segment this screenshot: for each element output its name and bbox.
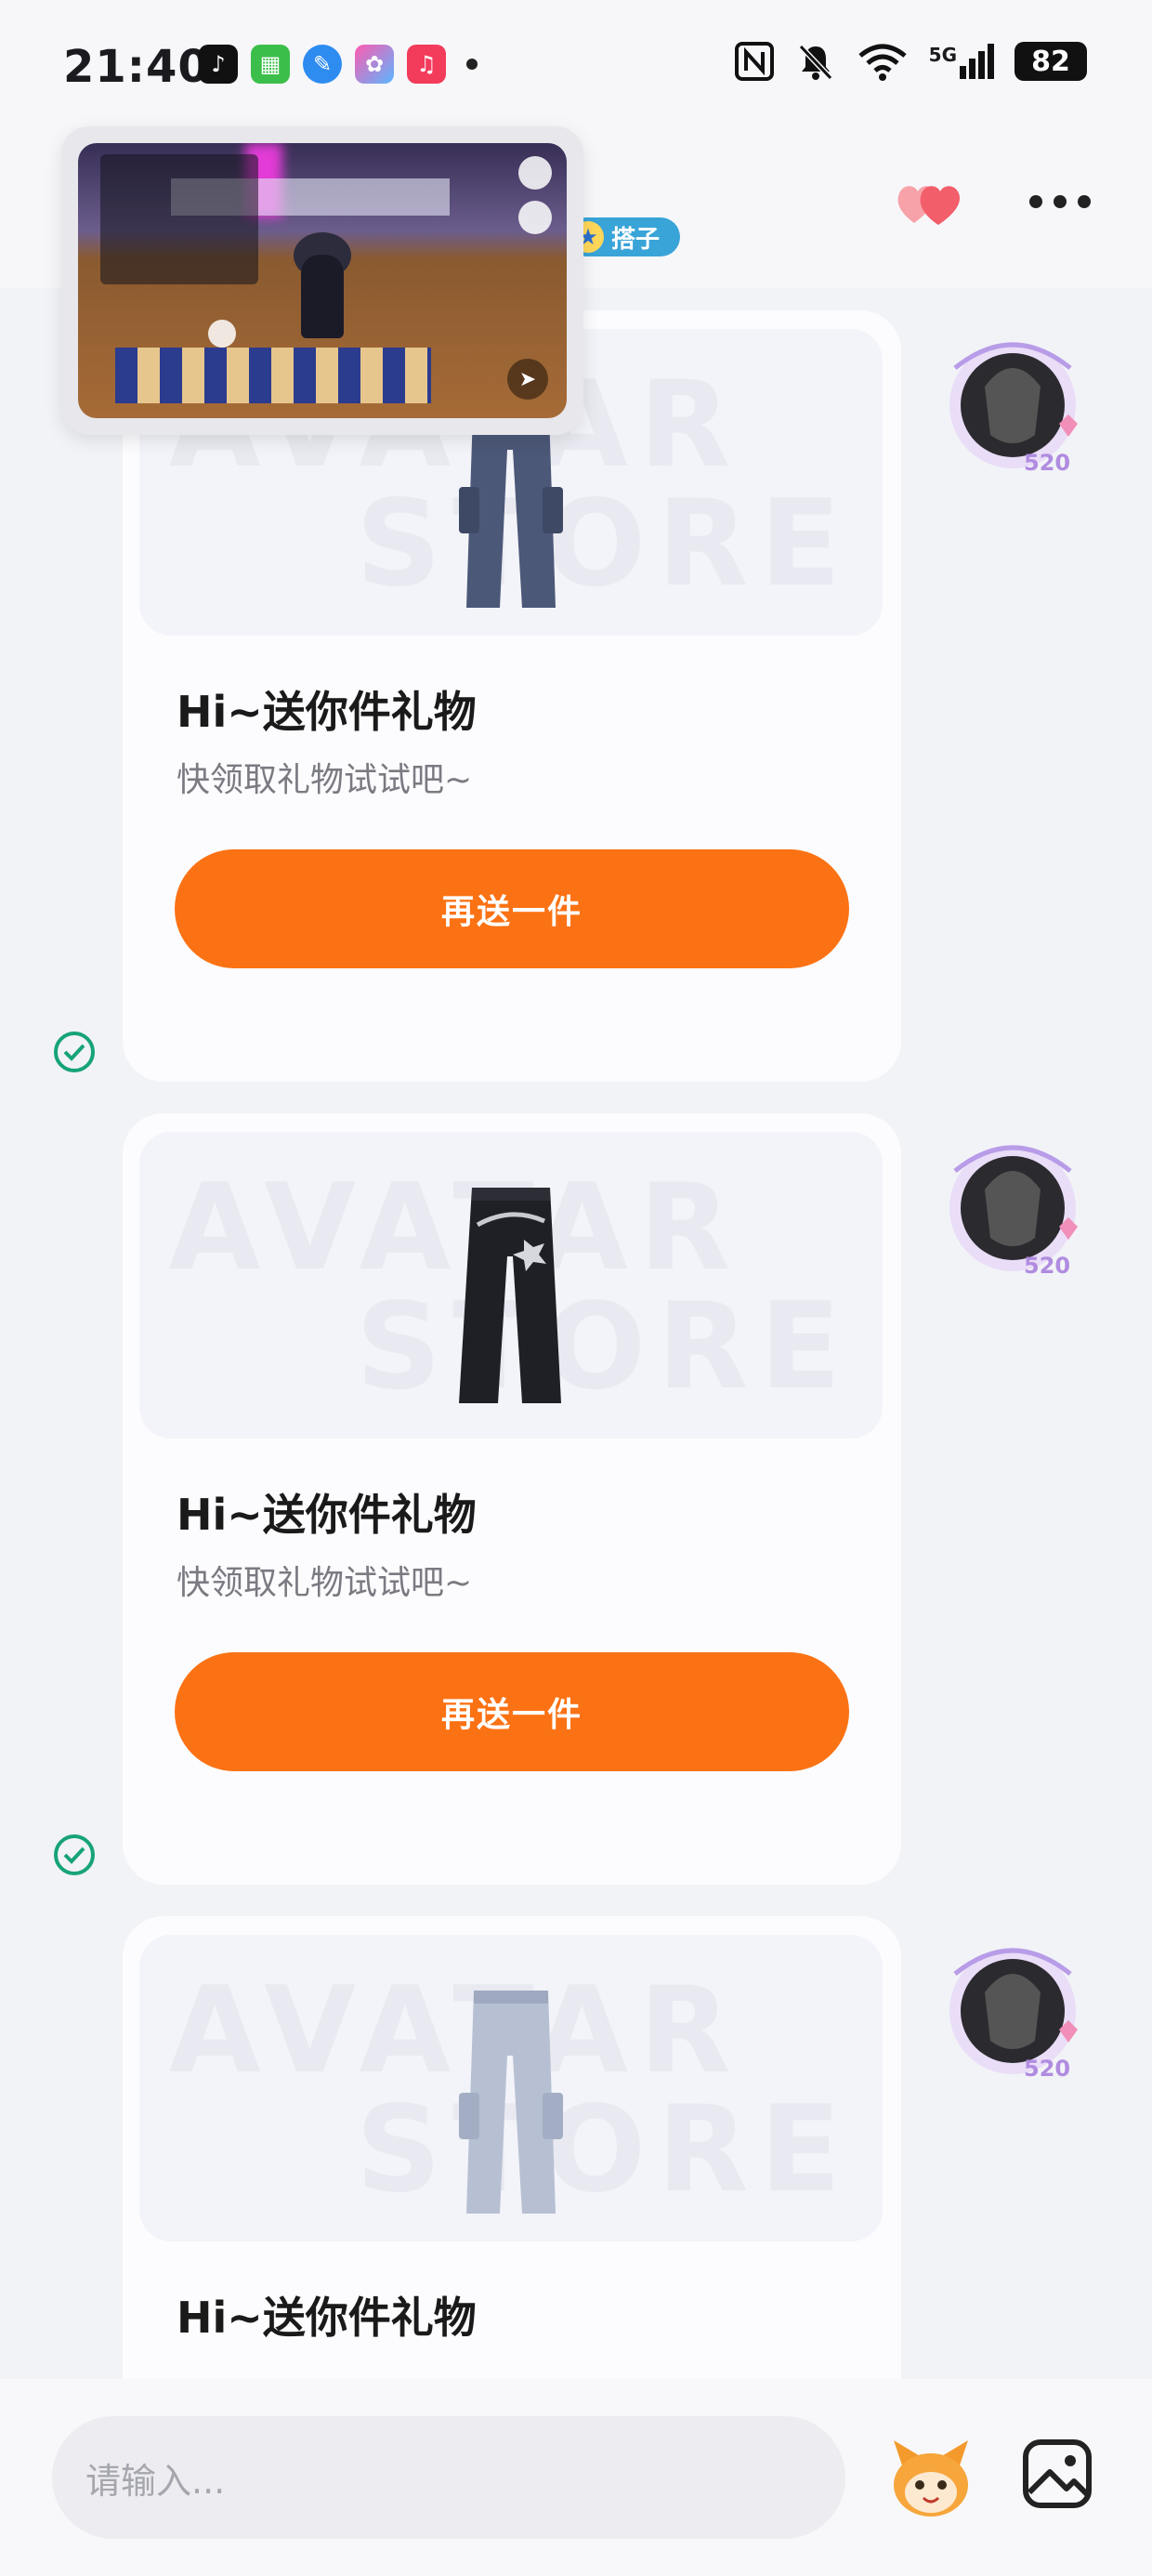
hearts-icon[interactable] (894, 175, 968, 230)
feather-icon: ✎ (303, 45, 342, 84)
wechat-icon: ▦ (251, 45, 290, 84)
send-again-button[interactable]: 再送一件 (175, 849, 849, 968)
game-action-icon (208, 320, 236, 348)
mute-bell-icon (798, 44, 832, 81)
status-bar: 21:40 ♪ ▦ ✎ ✿ ♫ 5G 82 (0, 0, 1152, 139)
user-avatar[interactable]: 520 (938, 1937, 1087, 2085)
gift-title: Hi~送你件礼物 (177, 2293, 477, 2343)
butterfly-icon: ✿ (355, 45, 394, 84)
notification-icons: ♪ ▦ ✎ ✿ ♫ (199, 45, 478, 84)
gift-item-image: AVATAR STORE (139, 1132, 883, 1439)
gift-card[interactable]: AVATAR STORE Hi~送你件礼物 快领取礼物试试吧~ 再送一件 (123, 1113, 901, 1885)
tag-label: 搭子 (611, 225, 661, 254)
game-navigate-icon: ➤ (507, 359, 548, 400)
chat-area: AVATAR STORE Hi~送你件礼物 快领取礼物试试吧~ 再送一件 520 (0, 288, 1152, 2576)
send-again-button[interactable]: 再送一件 (175, 1652, 849, 1771)
system-icons: 5G 82 (734, 41, 1087, 82)
game-lock-icon (518, 201, 552, 234)
game-chat-overlay (100, 154, 258, 284)
svg-text:520: 520 (1024, 2056, 1070, 2082)
more-notifications-dot (466, 59, 478, 70)
tag-badge[interactable]: ★ 搭子 (567, 217, 681, 256)
message-input[interactable]: 请输入... (52, 2416, 845, 2539)
music-icon: ♫ (407, 45, 446, 84)
gift-title: Hi~送你件礼物 (177, 687, 477, 737)
more-options-icon[interactable] (1029, 195, 1091, 208)
jeans-black-icon (459, 1188, 561, 1403)
sent-check-icon (54, 1834, 95, 1875)
game-settings-icon (518, 156, 552, 190)
svg-text:520: 520 (1024, 450, 1070, 476)
battery-indicator: 82 (1015, 42, 1087, 81)
game-scene-image: ➤ (78, 143, 567, 418)
wifi-icon (858, 44, 907, 81)
sent-check-icon (54, 1032, 95, 1072)
svg-text:520: 520 (1024, 1253, 1070, 1279)
status-time: 21:40 (63, 41, 210, 93)
cargo-pants-light-icon (459, 1991, 563, 2214)
input-bar: 请输入... (0, 2379, 1152, 2576)
game-pip-window[interactable]: ➤ (61, 126, 583, 435)
user-avatar[interactable]: 520 (938, 331, 1087, 480)
gift-subtitle: 快领取礼物试试吧~ (177, 761, 473, 799)
user-avatar[interactable]: 520 (938, 1134, 1087, 1282)
gift-item-image: AVATAR STORE (139, 1935, 883, 2241)
gift-subtitle: 快领取礼物试试吧~ (177, 1564, 473, 1602)
gift-title: Hi~送你件礼物 (177, 1490, 477, 1540)
cellular-signal-icon: 5G (929, 44, 994, 79)
tiktok-icon: ♪ (199, 45, 238, 84)
gallery-icon[interactable] (1020, 2437, 1094, 2511)
nfc-icon (734, 42, 774, 81)
mascot-emoji-icon[interactable] (884, 2431, 977, 2524)
